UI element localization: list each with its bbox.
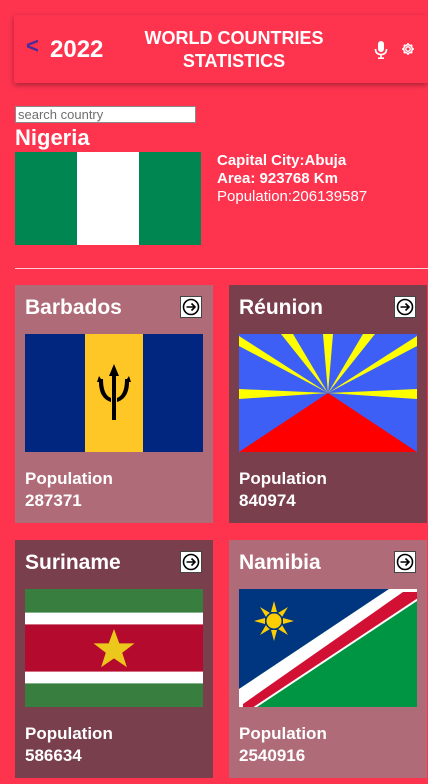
card-country-name: Réunion xyxy=(239,296,323,319)
gear-icon[interactable] xyxy=(401,42,415,56)
namibia-flag xyxy=(239,589,417,707)
arrow-right-circle-icon[interactable] xyxy=(394,296,416,318)
country-info: Capital City:Abuja Area: 923768 Km Popul… xyxy=(217,152,367,206)
search-input[interactable] xyxy=(15,106,196,123)
arrow-right-circle-icon[interactable] xyxy=(180,296,202,318)
title-line-1: WORLD COUNTRIES xyxy=(144,28,324,48)
population-value: 586634 xyxy=(25,746,82,765)
page-title: WORLD COUNTRIES STATISTICS xyxy=(136,27,332,73)
population-value: 2540916 xyxy=(239,746,306,765)
country-card-namibia[interactable]: Namibia Population 2540916 xyxy=(229,540,427,778)
population-label: Population xyxy=(239,724,327,743)
population-label: Population xyxy=(25,724,113,743)
back-button[interactable]: < xyxy=(26,35,39,57)
reunion-flag xyxy=(239,334,417,452)
app-header: < 2022 WORLD COUNTRIES STATISTICS xyxy=(14,15,428,83)
card-country-name: Suriname xyxy=(25,551,121,574)
population-label: Population xyxy=(239,469,327,488)
country-card-suriname[interactable]: Suriname Population 586634 xyxy=(15,540,213,778)
population-label: Population xyxy=(25,469,113,488)
area: Area: 923768 Km xyxy=(217,170,338,187)
nigeria-flag xyxy=(15,152,201,245)
title-line-2: STATISTICS xyxy=(182,51,286,71)
divider xyxy=(15,268,428,269)
population-value: 840974 xyxy=(239,491,296,510)
arrow-right-circle-icon[interactable] xyxy=(180,551,202,573)
capital-city: Capital City:Abuja xyxy=(217,152,347,169)
arrow-right-circle-icon[interactable] xyxy=(394,551,416,573)
country-card-barbados[interactable]: Barbados Population 287371 xyxy=(15,285,213,523)
suriname-flag xyxy=(25,589,203,707)
microphone-icon[interactable] xyxy=(374,41,388,59)
selected-country-name: Nigeria xyxy=(15,125,90,150)
population-value: 287371 xyxy=(25,491,82,510)
country-card-reunion[interactable]: Réunion Population 840974 xyxy=(229,285,427,523)
year-label: 2022 xyxy=(50,36,104,63)
barbados-flag xyxy=(25,334,203,452)
population: Population:206139587 xyxy=(217,188,368,205)
card-country-name: Barbados xyxy=(25,296,122,319)
card-country-name: Namibia xyxy=(239,551,321,574)
